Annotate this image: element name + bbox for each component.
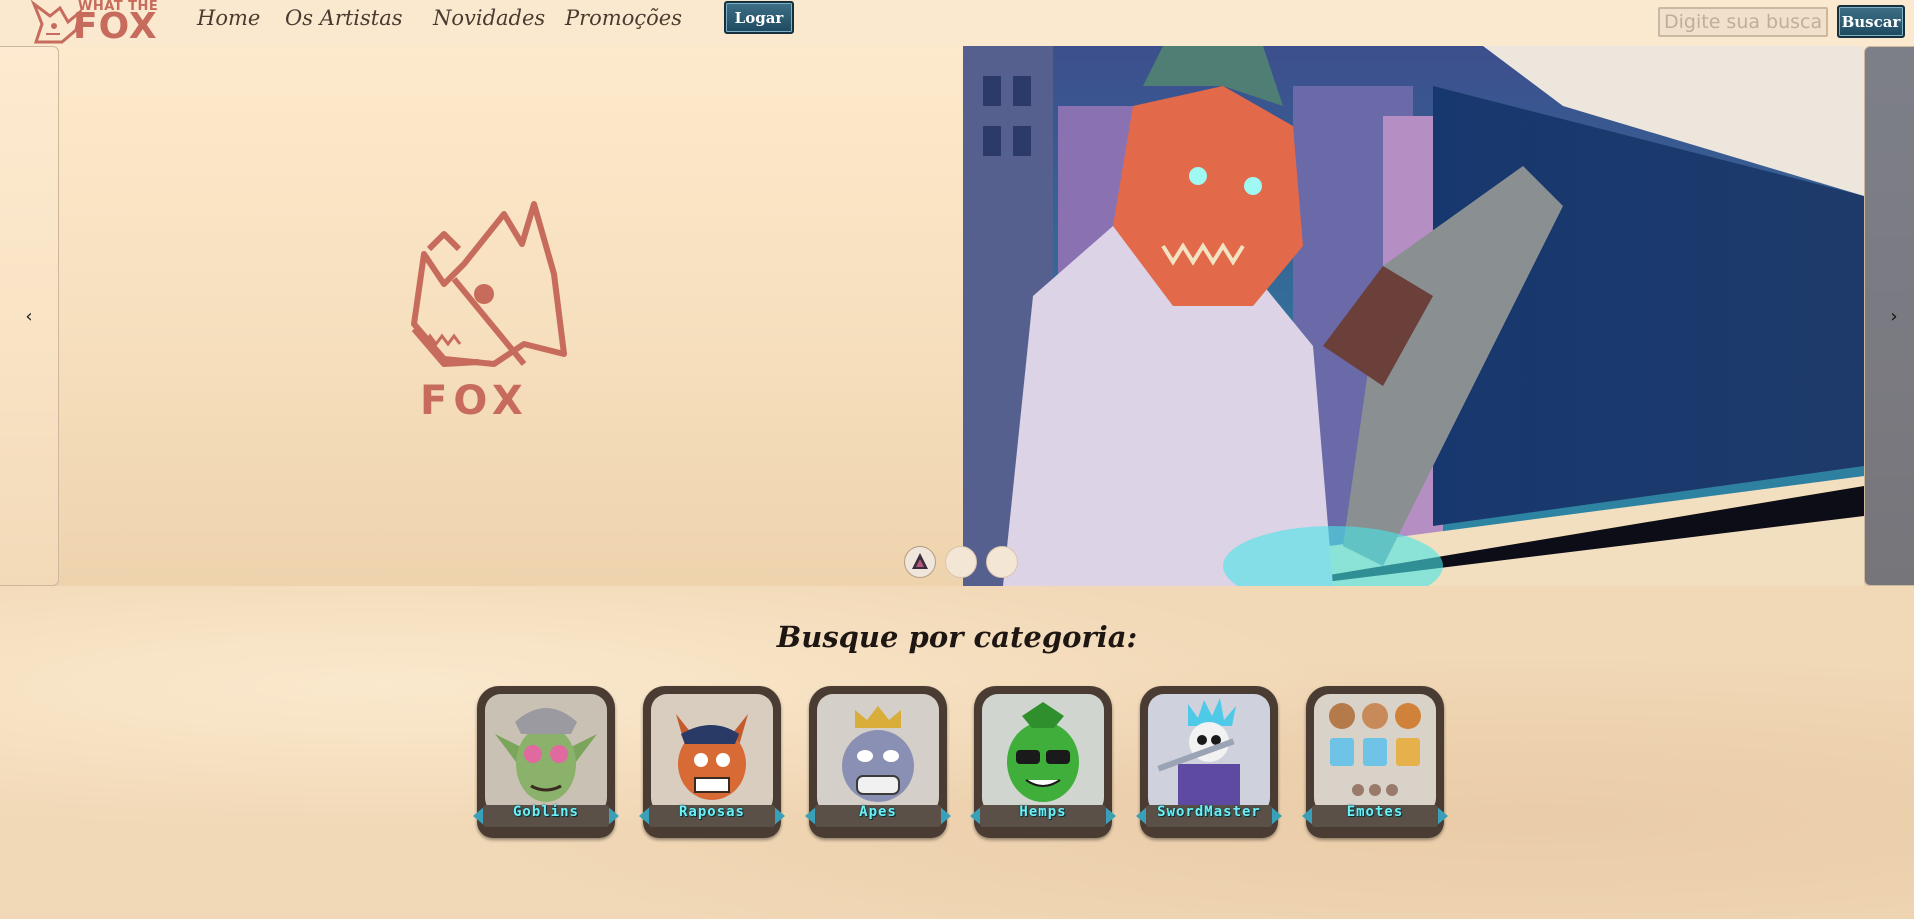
slide-thumbnail-icon — [912, 553, 928, 569]
search-input[interactable] — [1658, 7, 1828, 37]
top-navbar: WHAT THE FOX Home Os Artistas Novidades … — [0, 0, 1914, 46]
category-card-hemps[interactable]: Hemps — [970, 686, 1116, 838]
category-title: Busque por categoria: — [776, 620, 1138, 654]
fox-icon — [651, 694, 773, 814]
search-button[interactable]: Buscar — [1837, 5, 1905, 38]
category-card-emotes[interactable]: Emotes — [1302, 686, 1448, 838]
category-card-goblins[interactable]: Goblins — [473, 686, 619, 838]
category-label: Raposas — [678, 804, 745, 820]
nav-promotions[interactable]: Promoções — [565, 6, 682, 30]
carousel-dot-2[interactable] — [945, 546, 977, 578]
category-label: SwordMaster — [1157, 804, 1261, 820]
nav-news[interactable]: Novidades — [433, 6, 545, 30]
hero-fox-wordmark: FOX — [420, 378, 529, 424]
hero-artwork — [963, 46, 1864, 586]
category-label: Goblins — [512, 804, 579, 820]
category-label: Emotes — [1346, 804, 1404, 820]
carousel-dot-1[interactable] — [904, 546, 936, 578]
ape-icon — [817, 694, 939, 814]
category-card-apes[interactable]: Apes — [805, 686, 951, 838]
logo-text-big: FOX — [73, 6, 158, 47]
nav-artists[interactable]: Os Artistas — [285, 6, 403, 30]
emotes-icon — [1314, 694, 1436, 814]
carousel-next-button[interactable]: › — [1864, 46, 1914, 586]
hemp-icon — [982, 694, 1104, 814]
category-label: Hemps — [1019, 804, 1067, 820]
skeleton-icon — [1148, 694, 1270, 814]
nav-home[interactable]: Home — [197, 6, 260, 30]
hero-carousel: FOX ‹ › — [0, 46, 1914, 586]
carousel-prev-button[interactable]: ‹ — [0, 46, 59, 586]
category-label: Apes — [859, 804, 897, 820]
category-card-raposas[interactable]: Raposas — [639, 686, 785, 838]
carousel-dot-3[interactable] — [986, 546, 1018, 578]
login-button[interactable]: Logar — [724, 1, 794, 34]
goblin-icon — [485, 694, 607, 814]
category-card-swordmaster[interactable]: SwordMaster — [1136, 686, 1282, 838]
